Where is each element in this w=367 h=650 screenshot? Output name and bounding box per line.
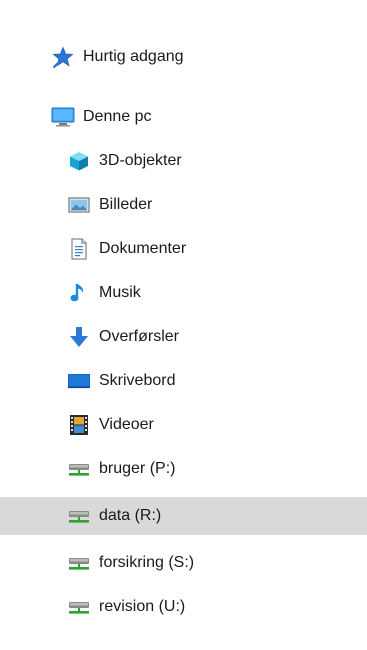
nav-item-label: Overførsler	[99, 328, 179, 345]
music-note-icon	[67, 281, 91, 305]
pictures-icon	[67, 193, 91, 217]
nav-item-label: Videoer	[99, 416, 154, 433]
nav-item-label: data (R:)	[99, 507, 162, 524]
monitor-icon	[51, 105, 75, 129]
nav-item-this-pc[interactable]: Denne pc	[0, 98, 367, 136]
nav-item-pictures[interactable]: Billeder	[0, 186, 367, 224]
nav-item-label: Denne pc	[83, 108, 152, 125]
nav-item-quick-access[interactable]: Hurtig adgang	[0, 38, 367, 76]
nav-item-label: Skrivebord	[99, 372, 176, 389]
nav-item-3d-objects[interactable]: 3D-objekter	[0, 142, 367, 180]
film-icon	[67, 413, 91, 437]
nav-item-label: Billeder	[99, 196, 153, 213]
documents-icon	[67, 237, 91, 261]
nav-item-documents[interactable]: Dokumenter	[0, 230, 367, 268]
desktop-icon	[67, 369, 91, 393]
nav-item-drive-revision[interactable]: revision (U:)	[0, 588, 367, 626]
nav-item-label: bruger (P:)	[99, 460, 176, 477]
navigation-pane: Hurtig adgang Denne pc 3D-objekter Bille…	[0, 0, 367, 650]
download-arrow-icon	[67, 325, 91, 349]
network-drive-icon	[67, 504, 91, 528]
nav-item-downloads[interactable]: Overførsler	[0, 318, 367, 356]
cube-3d-icon	[67, 149, 91, 173]
nav-item-label: Hurtig adgang	[83, 48, 184, 65]
nav-item-drive-bruger[interactable]: bruger (P:)	[0, 450, 367, 488]
nav-item-label: forsikring (S:)	[99, 554, 195, 571]
nav-item-drive-data[interactable]: data (R:)	[0, 497, 367, 535]
network-drive-icon	[67, 595, 91, 619]
nav-item-desktop[interactable]: Skrivebord	[0, 362, 367, 400]
nav-item-label: Dokumenter	[99, 240, 187, 257]
nav-item-label: Musik	[99, 284, 141, 301]
nav-item-label: 3D-objekter	[99, 152, 182, 169]
nav-item-music[interactable]: Musik	[0, 274, 367, 312]
network-drive-icon	[67, 551, 91, 575]
nav-item-drive-forsikring[interactable]: forsikring (S:)	[0, 544, 367, 582]
nav-item-videos[interactable]: Videoer	[0, 406, 367, 444]
nav-item-label: revision (U:)	[99, 598, 186, 615]
network-drive-icon	[67, 457, 91, 481]
pin-star-icon	[51, 45, 75, 69]
